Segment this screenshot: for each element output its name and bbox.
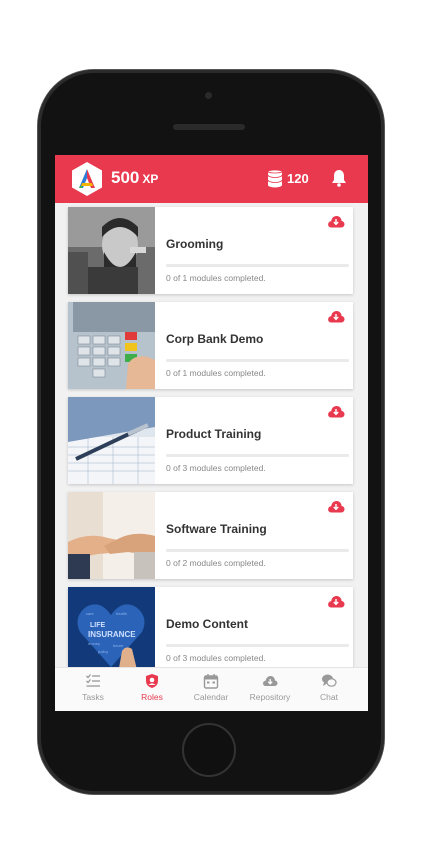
xp-value: 500 <box>111 168 140 187</box>
cloud-download-icon <box>263 676 278 686</box>
coins-count: 120 <box>287 171 309 186</box>
nav-tasks-label: Tasks <box>82 692 104 702</box>
calendar-icon <box>203 674 219 689</box>
chat-icon <box>322 674 337 687</box>
module-title: Grooming <box>166 237 224 251</box>
module-card-demo-content[interactable]: LIFE INSURANCE care health money future po… <box>68 587 353 674</box>
cloud-download-icon[interactable] <box>327 215 345 228</box>
module-status: 0 of 2 modules completed. <box>166 558 266 568</box>
svg-text:LIFE: LIFE <box>90 622 105 629</box>
xp-display: 500 XP <box>111 168 158 188</box>
bottom-nav: Tasks Roles Calendar Repository Chat <box>55 667 368 711</box>
phone-camera <box>205 92 212 99</box>
notification-bell-icon[interactable] <box>331 169 347 187</box>
module-progress-bar <box>166 264 349 267</box>
module-card-grooming[interactable]: Grooming 0 of 1 modules completed. <box>68 207 353 294</box>
nav-chat-label: Chat <box>320 692 338 702</box>
software-training-thumbnail <box>68 492 155 579</box>
cloud-download-icon[interactable] <box>327 405 345 418</box>
nav-calendar-label: Calendar <box>193 692 229 702</box>
module-card-product-training[interactable]: Product Training 0 of 3 modules complete… <box>68 397 353 484</box>
module-progress-bar <box>166 549 349 552</box>
module-title: Corp Bank Demo <box>166 332 264 346</box>
module-status: 0 of 1 modules completed. <box>166 273 266 283</box>
svg-text:health: health <box>116 611 127 616</box>
grooming-thumbnail <box>68 207 155 294</box>
app-header: 500 XP 120 <box>55 155 368 203</box>
module-status: 0 of 1 modules completed. <box>166 368 266 378</box>
module-progress-bar <box>166 454 349 457</box>
nav-tasks[interactable]: Tasks <box>63 673 123 702</box>
app-logo-icon <box>72 162 102 196</box>
cloud-download-icon[interactable] <box>327 595 345 608</box>
nav-repository-label: Repository <box>249 692 291 702</box>
module-title: Demo Content <box>166 617 248 631</box>
module-title: Software Training <box>166 522 267 536</box>
demo-content-thumbnail: LIFE INSURANCE care health money future po… <box>68 587 155 674</box>
module-title: Product Training <box>166 427 262 441</box>
module-status: 0 of 3 modules completed. <box>166 463 266 473</box>
svg-text:policy: policy <box>98 649 108 654</box>
module-status: 0 of 3 modules completed. <box>166 653 266 663</box>
cloud-download-icon[interactable] <box>327 310 345 323</box>
app-screen: 500 XP 120 Grooming 0 of 1 modules compl… <box>55 155 368 711</box>
svg-text:care: care <box>86 611 95 616</box>
module-card-corp-bank-demo[interactable]: Corp Bank Demo 0 of 1 modules completed. <box>68 302 353 389</box>
nav-chat[interactable]: Chat <box>299 673 359 702</box>
tasks-icon <box>86 674 100 687</box>
cloud-download-icon[interactable] <box>327 500 345 513</box>
module-progress-bar <box>166 359 349 362</box>
roles-icon <box>146 674 158 688</box>
corp-bank-demo-thumbnail <box>68 302 155 389</box>
nav-repository[interactable]: Repository <box>240 673 300 702</box>
phone-home-button[interactable] <box>182 723 236 777</box>
nav-calendar[interactable]: Calendar <box>181 673 241 702</box>
xp-unit: XP <box>142 172 159 186</box>
svg-text:future: future <box>113 643 124 648</box>
module-progress-bar <box>166 644 349 647</box>
coins-icon <box>267 170 283 188</box>
nav-roles-label: Roles <box>141 692 163 702</box>
product-training-thumbnail <box>68 397 155 484</box>
svg-text:money: money <box>88 641 100 646</box>
module-card-software-training[interactable]: Software Training 0 of 2 modules complet… <box>68 492 353 579</box>
svg-text:INSURANCE: INSURANCE <box>88 630 136 639</box>
nav-roles[interactable]: Roles <box>122 673 182 702</box>
phone-speaker <box>173 124 245 130</box>
